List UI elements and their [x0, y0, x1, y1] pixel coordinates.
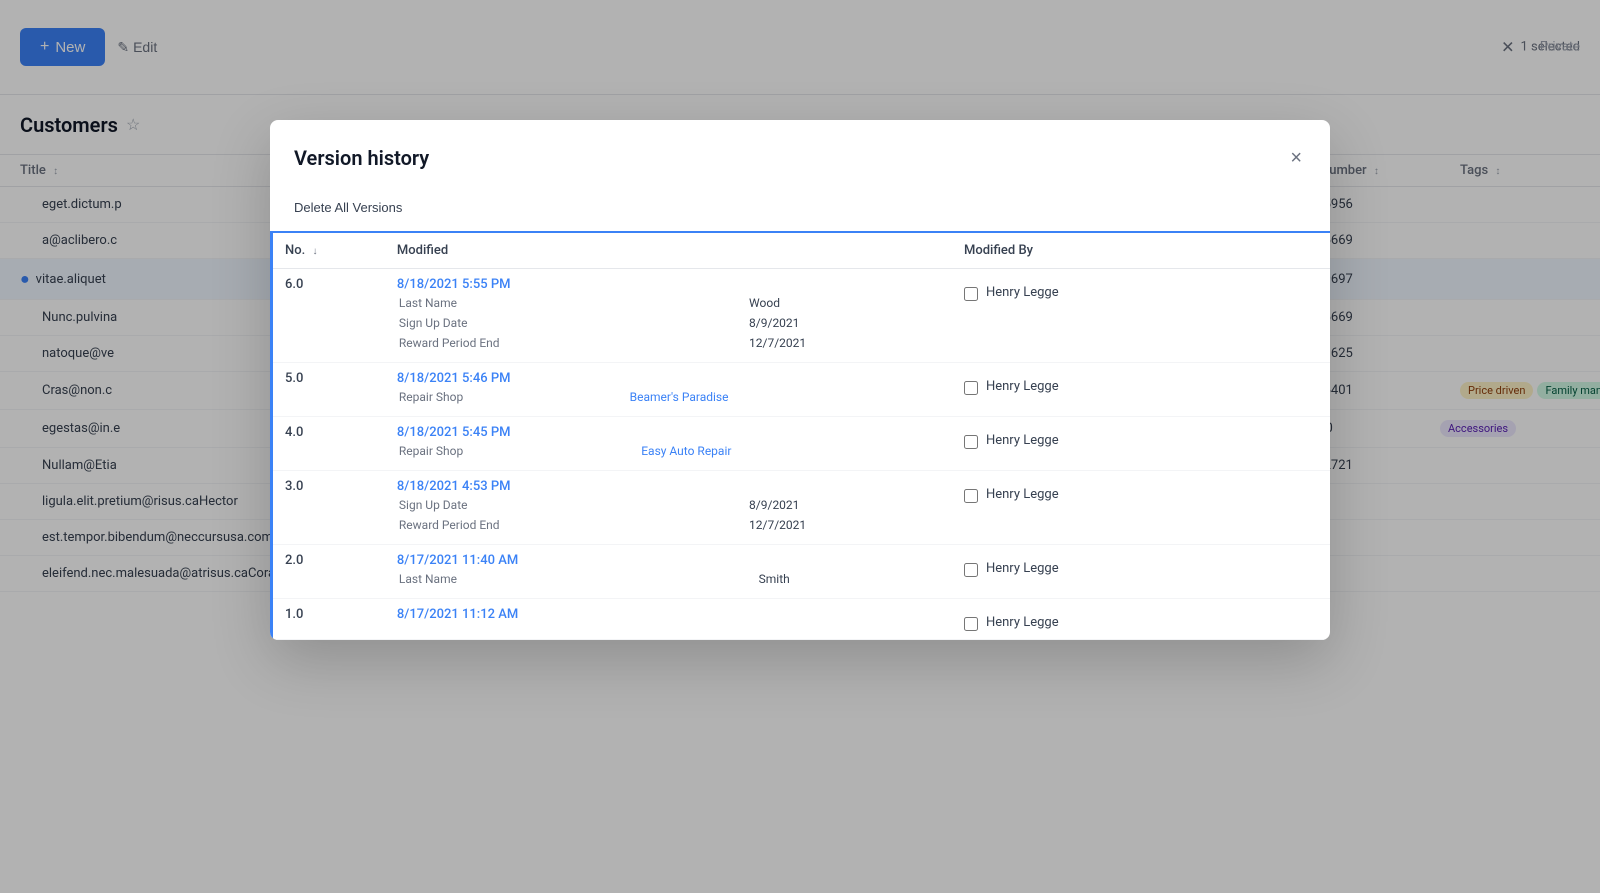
- version-no: 5.0: [272, 363, 385, 417]
- modal-body[interactable]: No. ↓ Modified Modified By 6.0 8/18/2021 …: [270, 231, 1330, 640]
- change-value: Smith: [759, 570, 938, 588]
- version-modified-by: Henry Legge: [952, 471, 1330, 545]
- version-modified: 8/18/2021 4:53 PMSign Up Date8/9/2021Rew…: [385, 471, 952, 545]
- version-checkbox[interactable]: [964, 617, 978, 631]
- version-changes: Last NameWoodSign Up Date8/9/2021Reward …: [397, 292, 940, 354]
- change-value: 12/7/2021: [749, 334, 938, 352]
- version-no: 2.0: [272, 545, 385, 599]
- version-modified-by: Henry Legge: [952, 545, 1330, 599]
- change-value: 8/9/2021: [749, 314, 938, 332]
- change-field: Sign Up Date: [399, 314, 747, 332]
- change-field: Reward Period End: [399, 516, 747, 534]
- col-modified-by-header[interactable]: Modified By: [952, 232, 1330, 269]
- version-row[interactable]: 2.08/17/2021 11:40 AMLast NameSmithHenry…: [272, 545, 1331, 599]
- modifier-name: Henry Legge: [986, 615, 1059, 630]
- version-no: 4.0: [272, 417, 385, 471]
- version-modified: 8/17/2021 11:40 AMLast NameSmith: [385, 545, 952, 599]
- version-date[interactable]: 8/18/2021 5:45 PM: [397, 425, 940, 440]
- version-checkbox[interactable]: [964, 563, 978, 577]
- version-checkbox[interactable]: [964, 489, 978, 503]
- version-row[interactable]: 4.08/18/2021 5:45 PMRepair ShopEasy Auto…: [272, 417, 1331, 471]
- version-modified: 8/18/2021 5:55 PMLast NameWoodSign Up Da…: [385, 269, 952, 363]
- version-modified: 8/18/2021 5:45 PMRepair ShopEasy Auto Re…: [385, 417, 952, 471]
- change-field: Repair Shop: [399, 388, 628, 406]
- version-table: No. ↓ Modified Modified By 6.0 8/18/2021 …: [270, 231, 1330, 640]
- change-field: Last Name: [399, 570, 757, 588]
- modifier-name: Henry Legge: [986, 379, 1059, 394]
- version-date[interactable]: 8/18/2021 4:53 PM: [397, 479, 940, 494]
- version-modified-by: Henry Legge: [952, 363, 1330, 417]
- version-date[interactable]: 8/17/2021 11:12 AM: [397, 607, 940, 622]
- version-no: 3.0: [272, 471, 385, 545]
- modifier-name: Henry Legge: [986, 561, 1059, 576]
- modifier-name: Henry Legge: [986, 433, 1059, 448]
- version-row[interactable]: 6.08/18/2021 5:55 PMLast NameWoodSign Up…: [272, 269, 1331, 363]
- change-value: 12/7/2021: [749, 516, 938, 534]
- version-history-modal: Version history × Delete All Versions No…: [270, 120, 1330, 640]
- change-field: Sign Up Date: [399, 496, 747, 514]
- version-modified-by: Henry Legge: [952, 269, 1330, 363]
- col-no-header[interactable]: No. ↓: [272, 232, 385, 269]
- version-no: 6.0: [272, 269, 385, 363]
- version-modified-by: Henry Legge: [952, 417, 1330, 471]
- modal-header: Version history ×: [270, 120, 1330, 188]
- modifier-name: Henry Legge: [986, 285, 1059, 300]
- change-value: Wood: [749, 294, 938, 312]
- version-modified: 8/18/2021 5:46 PMRepair ShopBeamer's Par…: [385, 363, 952, 417]
- version-changes: Repair ShopEasy Auto Repair: [397, 440, 940, 462]
- version-no: 1.0: [272, 599, 385, 640]
- modifier-name: Henry Legge: [986, 487, 1059, 502]
- version-modified-by: Henry Legge: [952, 599, 1330, 640]
- change-field: Last Name: [399, 294, 747, 312]
- change-value[interactable]: Beamer's Paradise: [630, 388, 938, 406]
- version-date[interactable]: 8/18/2021 5:55 PM: [397, 277, 940, 292]
- modal-close-button[interactable]: ×: [1286, 144, 1306, 172]
- version-checkbox[interactable]: [964, 435, 978, 449]
- col-modified-header[interactable]: Modified: [385, 232, 952, 269]
- version-date[interactable]: 8/17/2021 11:40 AM: [397, 553, 940, 568]
- modal-toolbar: Delete All Versions: [270, 188, 1330, 231]
- change-field: Reward Period End: [399, 334, 747, 352]
- change-value[interactable]: Easy Auto Repair: [641, 442, 938, 460]
- version-changes: Sign Up Date8/9/2021Reward Period End12/…: [397, 494, 940, 536]
- change-value: 8/9/2021: [749, 496, 938, 514]
- version-checkbox[interactable]: [964, 381, 978, 395]
- version-row[interactable]: 5.08/18/2021 5:46 PMRepair ShopBeamer's …: [272, 363, 1331, 417]
- version-row[interactable]: 3.08/18/2021 4:53 PMSign Up Date8/9/2021…: [272, 471, 1331, 545]
- version-date[interactable]: 8/18/2021 5:46 PM: [397, 371, 940, 386]
- version-changes: Last NameSmith: [397, 568, 940, 590]
- version-changes: Repair ShopBeamer's Paradise: [397, 386, 940, 408]
- change-field: Repair Shop: [399, 442, 639, 460]
- version-checkbox[interactable]: [964, 287, 978, 301]
- modal-title: Version history: [294, 146, 429, 170]
- sort-arrow-no: ↓: [312, 246, 317, 257]
- version-modified: 8/17/2021 11:12 AM: [385, 599, 952, 640]
- delete-all-versions-button[interactable]: Delete All Versions: [294, 196, 402, 219]
- version-row[interactable]: 1.0 8/17/2021 11:12 AM Henry Legge: [272, 599, 1331, 640]
